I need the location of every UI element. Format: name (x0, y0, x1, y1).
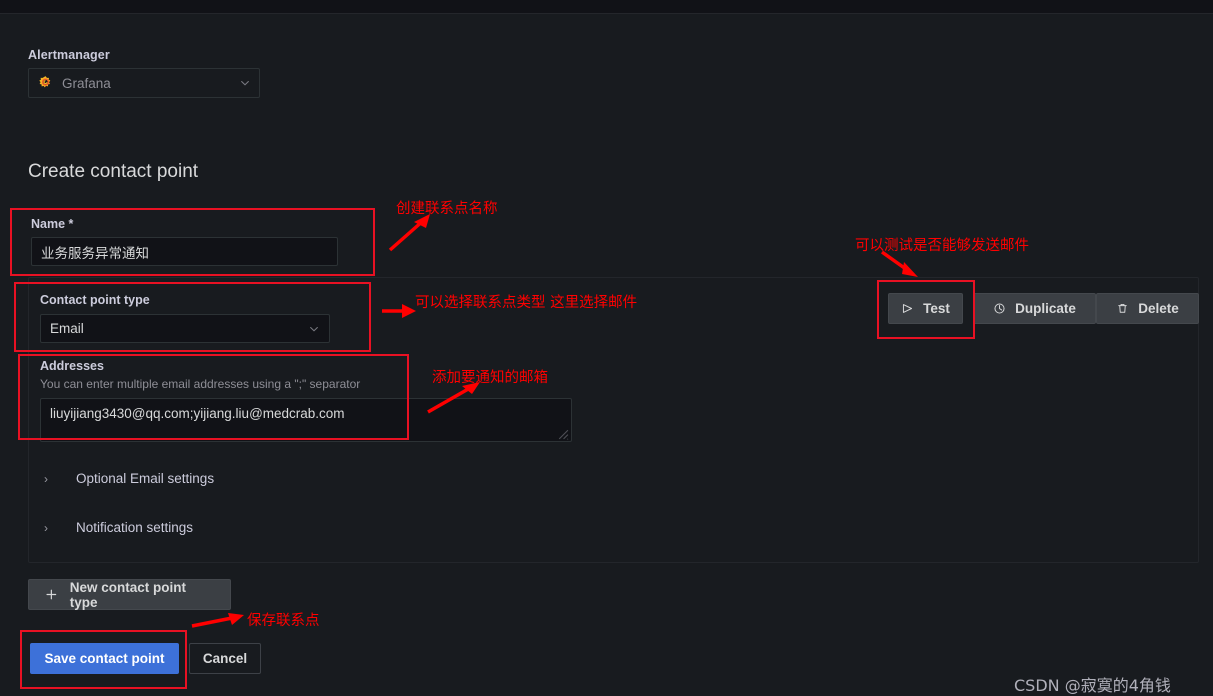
delete-button-label: Delete (1138, 301, 1179, 316)
annotation-text-test: 可以测试是否能够发送邮件 (855, 238, 1029, 254)
page-content: Alertmanager Grafana Create contact poin… (0, 14, 1213, 695)
alertmanager-value: Grafana (62, 75, 111, 91)
contact-point-type-label: Contact point type (40, 293, 150, 307)
copy-icon (994, 303, 1005, 314)
alertmanager-label: Alertmanager (28, 48, 110, 62)
addresses-label: Addresses (40, 359, 104, 373)
contact-point-type-value: Email (50, 321, 84, 336)
name-input[interactable]: 业务服务异常通知 (31, 237, 338, 266)
grafana-logo-icon (39, 75, 51, 87)
collapsible-optional-email-settings[interactable]: › Optional Email settings (44, 471, 214, 486)
name-label: Name * (31, 217, 74, 231)
chevron-right-icon: › (44, 520, 48, 535)
contact-point-type-select[interactable]: Email (40, 314, 330, 343)
chevron-down-icon (241, 80, 249, 86)
delete-button[interactable]: Delete (1096, 293, 1199, 324)
addresses-help-text: You can enter multiple email addresses u… (40, 377, 361, 391)
top-bar (0, 0, 1213, 14)
duplicate-button[interactable]: Duplicate (973, 293, 1096, 324)
plus-icon (46, 589, 57, 600)
collapsible-label: Notification settings (76, 520, 194, 535)
annotation-text-contact-point-type: 可以选择联系点类型 这里选择邮件 (415, 295, 638, 311)
send-triangle-icon (903, 304, 913, 313)
addresses-input[interactable]: liuyijiang3430@qq.com;yijiang.liu@medcra… (40, 398, 572, 442)
annotation-arrow-name (388, 214, 430, 252)
annotation-arrow-save (191, 613, 244, 628)
page-title: Create contact point (28, 161, 199, 182)
trash-icon (1118, 303, 1127, 313)
watermark: CSDN @寂寞的4角钱 (1014, 676, 1171, 695)
annotation-text-save: 保存联系点 (247, 613, 320, 629)
alertmanager-select[interactable]: Grafana (28, 68, 260, 98)
save-contact-point-button[interactable]: Save contact point (30, 643, 179, 674)
test-button-label: Test (923, 301, 950, 316)
collapsible-notification-settings[interactable]: › Notification settings (44, 520, 193, 535)
test-button[interactable]: Test (888, 293, 963, 324)
duplicate-button-label: Duplicate (1015, 301, 1076, 316)
resize-handle-icon[interactable] (556, 427, 569, 440)
cancel-button[interactable]: Cancel (189, 643, 261, 674)
chevron-down-icon (310, 326, 318, 332)
annotation-text-addresses: 添加要通知的邮箱 (432, 370, 548, 386)
new-contact-point-type-label: New contact point type (69, 579, 186, 610)
collapsible-label: Optional Email settings (76, 471, 215, 486)
new-contact-point-type-button[interactable]: New contact point type (28, 579, 231, 610)
chevron-right-icon: › (44, 471, 48, 486)
annotation-text-name: 创建联系点名称 (396, 201, 498, 217)
